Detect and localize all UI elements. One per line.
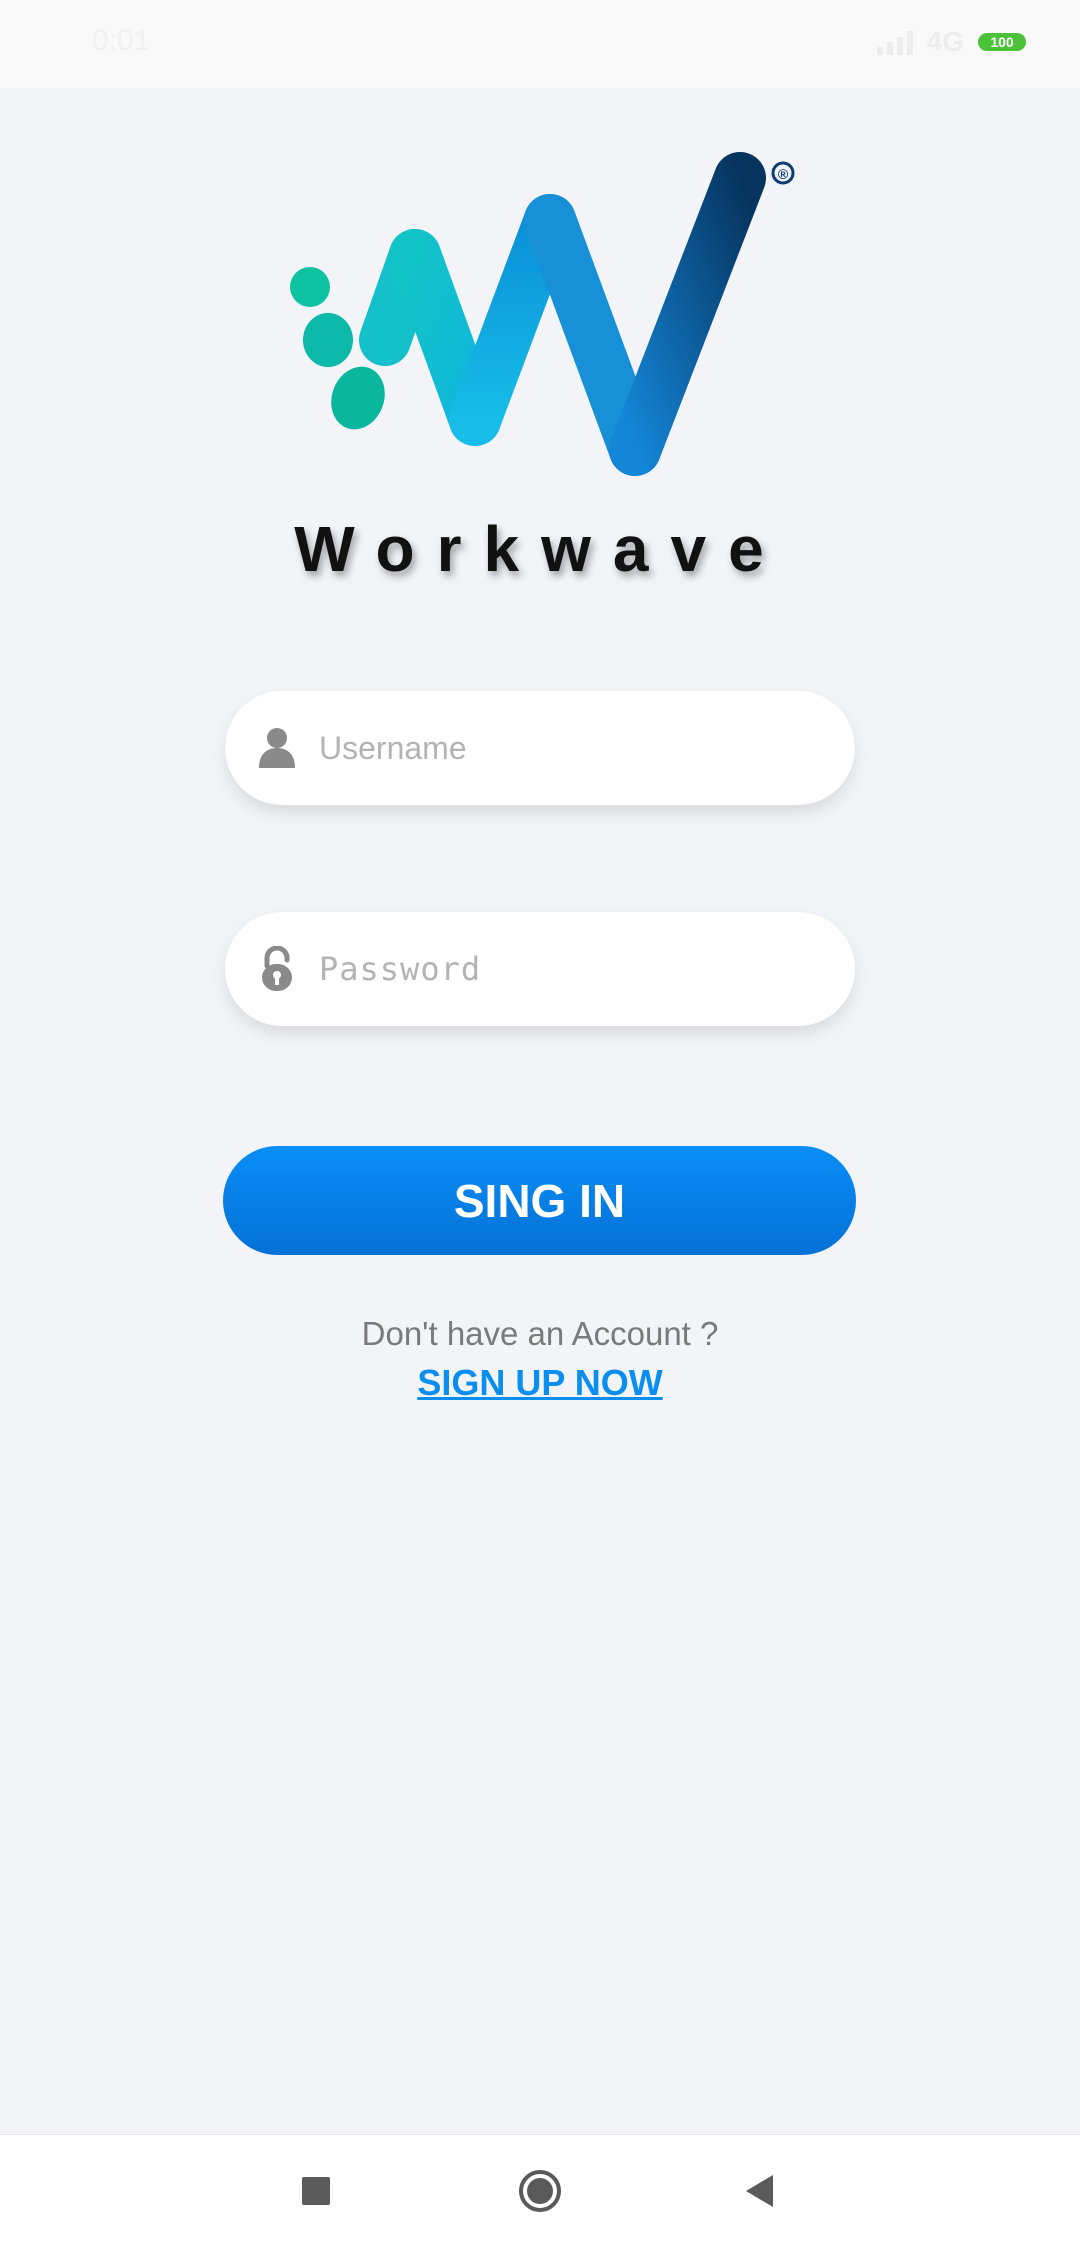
- password-field[interactable]: [225, 912, 855, 1026]
- circle-home-icon: [519, 2170, 561, 2212]
- battery-level: 100: [990, 34, 1014, 50]
- username-input[interactable]: [317, 728, 841, 768]
- password-input[interactable]: [317, 949, 841, 989]
- triangle-back-icon: [746, 2175, 773, 2207]
- user-icon: [257, 726, 297, 770]
- home-button[interactable]: [512, 2163, 568, 2219]
- workwave-w-logo-icon: ®: [290, 152, 795, 476]
- username-field[interactable]: [225, 691, 855, 805]
- status-time: 0:01: [92, 24, 151, 57]
- lock-icon: [257, 946, 297, 991]
- login-screen: 0:01 4G 100 ® Workwave Username SING IN …: [0, 0, 1080, 2246]
- status-bar: 0:01 4G 100: [0, 0, 1080, 88]
- square-icon: [302, 2177, 330, 2205]
- status-icons: 4G 100: [876, 26, 1026, 58]
- back-button[interactable]: [732, 2163, 788, 2219]
- registered-mark: ®: [778, 166, 789, 182]
- network-label: 4G: [926, 26, 964, 57]
- battery-icon: 100: [978, 33, 1026, 51]
- recents-button[interactable]: [288, 2163, 344, 2219]
- navigation-bar: [0, 2134, 1080, 2246]
- sign-in-button[interactable]: SING IN: [223, 1146, 856, 1255]
- brand-name: Workwave: [294, 513, 786, 585]
- signup-prompt: Don't have an Account ?: [361, 1315, 719, 1352]
- signal-icon: [876, 29, 913, 55]
- sign-up-link[interactable]: SIGN UP NOW: [0, 1362, 1080, 1404]
